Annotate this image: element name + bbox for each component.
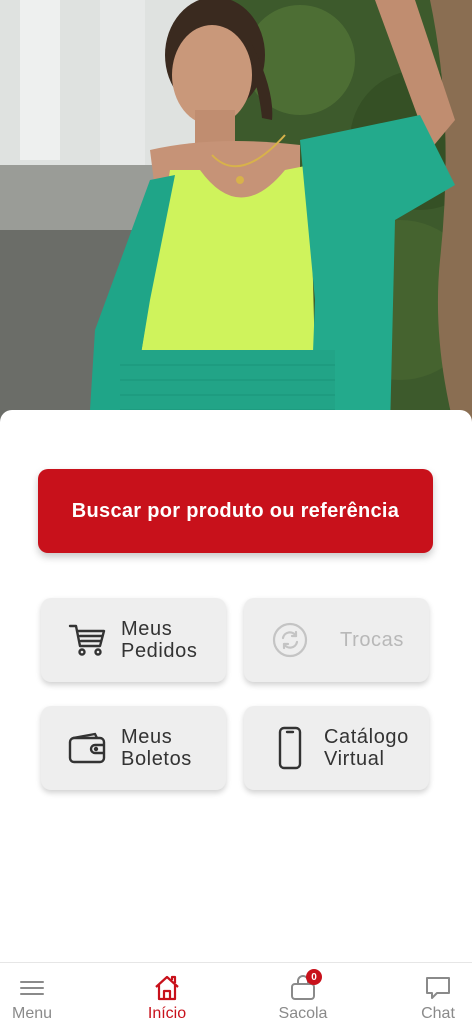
nav-home[interactable]: Início	[127, 963, 207, 1024]
nav-chat-label: Chat	[421, 1005, 455, 1022]
nav-home-label: Início	[147, 1005, 187, 1022]
search-product-button[interactable]: Buscar por produto ou referência	[38, 469, 433, 553]
hamburger-menu-icon	[19, 973, 45, 1003]
smartphone-icon	[268, 726, 312, 770]
cart-icon	[65, 618, 109, 662]
my-bills-button[interactable]: Meus Boletos	[41, 706, 226, 790]
bag-count-badge: 0	[306, 969, 322, 985]
exchange-icon	[268, 618, 312, 662]
wallet-icon	[65, 726, 109, 770]
nav-chat[interactable]: Chat	[398, 963, 472, 1024]
virtual-catalog-button[interactable]: Catálogo Virtual	[244, 706, 429, 790]
home-icon	[153, 973, 181, 1003]
exchanges-label: Trocas	[340, 629, 404, 651]
exchanges-button[interactable]: Trocas	[244, 598, 429, 682]
my-orders-label: Meus Pedidos	[121, 618, 198, 662]
bottom-navigation: Menu Início 0 Sacola Chat	[0, 962, 472, 1024]
chat-bubble-icon	[424, 973, 452, 1003]
my-orders-button[interactable]: Meus Pedidos	[41, 598, 226, 682]
nav-menu-label: Menu	[11, 1005, 53, 1022]
nav-menu[interactable]: Menu	[0, 963, 72, 1024]
my-bills-label: Meus Boletos	[121, 726, 192, 770]
virtual-catalog-label: Catálogo Virtual	[324, 726, 409, 770]
shopping-bag-icon: 0	[289, 969, 322, 1003]
hero-banner-image	[0, 0, 472, 430]
nav-bag-label: Sacola	[278, 1005, 328, 1022]
nav-bag[interactable]: 0 Sacola	[263, 963, 343, 1024]
